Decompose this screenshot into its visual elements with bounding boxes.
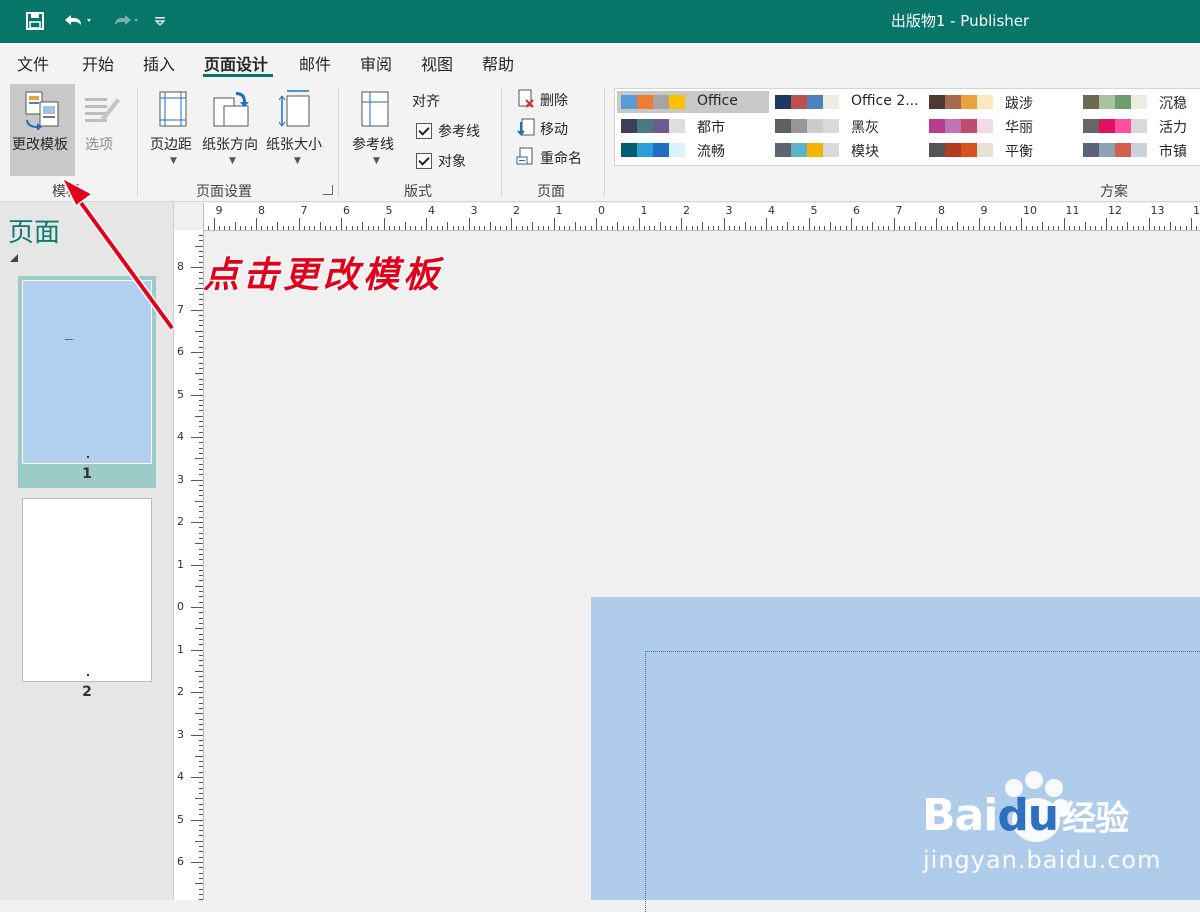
brand-jingyan: 经验 [1062,799,1129,839]
brand-du: du [997,790,1059,841]
watermark-url: jingyan.baidu.com [923,846,1162,874]
annotation-text: 点击更改模板 [203,254,444,296]
brand-bai: Bai [922,790,998,841]
baidu-brand-text: Baidu 经验 [922,790,1129,841]
annotation-arrow [60,176,175,331]
